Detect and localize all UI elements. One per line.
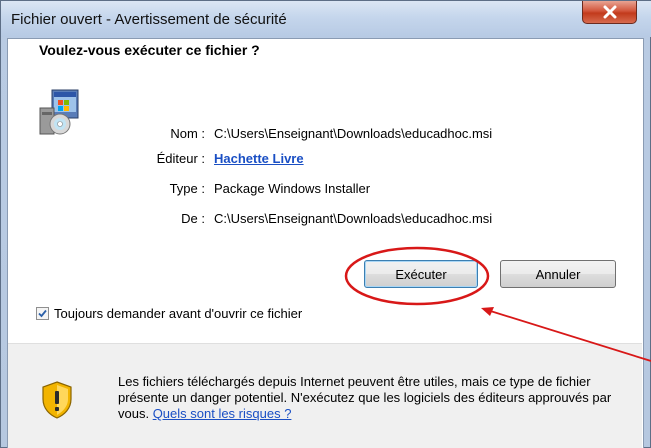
publisher-link[interactable]: Hachette Livre [214, 151, 304, 166]
checkmark-icon [38, 309, 47, 318]
close-icon [603, 5, 616, 19]
publisher-label: Éditeur : [156, 151, 205, 166]
type-label: Type : [169, 181, 205, 196]
name-label: Nom : [170, 126, 205, 141]
warning-message: Les fichiers téléchargés depuis Internet… [118, 374, 643, 422]
run-button[interactable]: Exécuter [364, 260, 478, 288]
source-value: C:\Users\Enseignant\Downloads\educadhoc.… [214, 211, 493, 226]
title-bar[interactable]: Fichier ouvert - Avertissement de sécuri… [1, 1, 651, 37]
window-title: Fichier ouvert - Avertissement de sécuri… [11, 11, 287, 28]
type-value: Package Windows Installer [214, 181, 371, 196]
risks-link[interactable]: Quels sont les risques ? [153, 406, 292, 421]
cancel-button[interactable]: Annuler [500, 260, 616, 288]
always-ask-label: Toujours demander avant d'ouvrir ce fich… [54, 306, 303, 321]
dialog-question: Voulez-vous exécuter ce fichier ? [39, 42, 260, 58]
source-label: De : [181, 211, 205, 226]
always-ask-checkbox[interactable] [36, 307, 49, 320]
warning-shield-icon [42, 381, 72, 419]
name-value: C:\Users\Enseignant\Downloads\educadhoc.… [214, 126, 493, 141]
windows-installer-icon [39, 89, 79, 135]
close-button[interactable] [582, 1, 637, 24]
